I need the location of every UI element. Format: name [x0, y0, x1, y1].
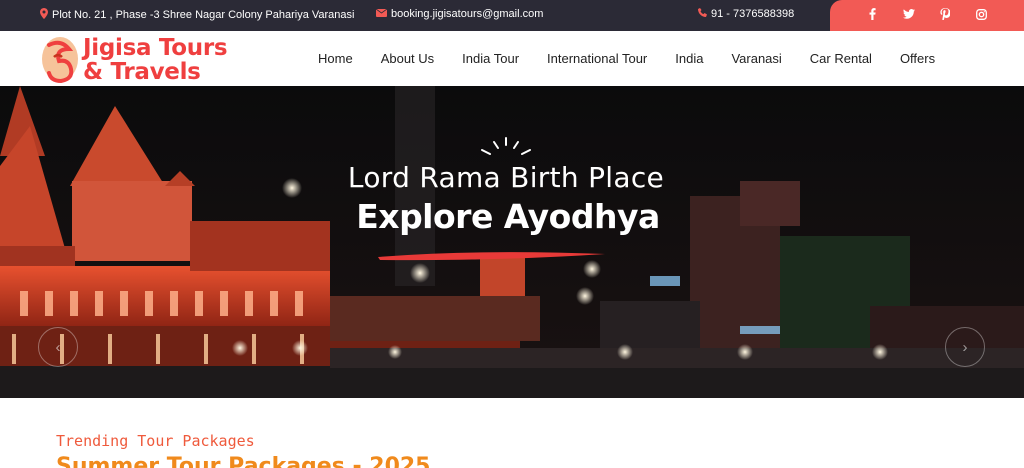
nav-item-international-tour[interactable]: International Tour	[547, 51, 647, 66]
chevron-left-icon: ‹	[55, 338, 61, 356]
phone-info[interactable]: 91 - 7376588398	[698, 8, 794, 20]
logo-line-1: Jigisa Tours	[83, 35, 228, 61]
nav-item-india[interactable]: India	[675, 51, 703, 66]
hero-subtitle: Lord Rama Birth Place	[347, 161, 665, 194]
facebook-icon[interactable]	[864, 8, 880, 23]
section-subtitle: Trending Tour Packages	[56, 432, 255, 450]
nav-item-about-us[interactable]: About Us	[381, 51, 434, 66]
address-text: Plot No. 21 , Phase -3 Shree Nagar Colon…	[52, 9, 355, 21]
phone-text[interactable]: 91 - 7376588398	[711, 8, 794, 20]
twitter-icon[interactable]	[901, 9, 917, 22]
logo-emblem-icon	[42, 37, 78, 83]
phone-icon	[698, 8, 707, 20]
instagram-icon[interactable]	[974, 8, 990, 23]
slider-prev-button[interactable]: ‹	[38, 327, 78, 367]
social-links	[830, 0, 1024, 31]
nav-item-offers[interactable]: Offers	[900, 51, 935, 66]
email-text[interactable]: booking.jigisatours@gmail.com	[391, 8, 543, 20]
hero-background-image	[0, 86, 1024, 398]
nav-item-india-tour[interactable]: India Tour	[462, 51, 519, 66]
hero-title: Explore Ayodhya	[356, 197, 660, 236]
nav-item-varanasi[interactable]: Varanasi	[731, 51, 781, 66]
email-info[interactable]: booking.jigisatours@gmail.com	[375, 8, 543, 20]
logo-text: Jigisa Tours & Travels	[83, 35, 228, 85]
main-navigation: Home About Us India Tour International T…	[300, 31, 949, 86]
logo-line-2: & Travels	[83, 59, 201, 85]
section-title: Summer Tour Packages - 2025	[56, 454, 431, 468]
chevron-right-icon: ›	[962, 338, 968, 356]
site-header: Jigisa Tours & Travels Home About Us Ind…	[0, 31, 1024, 86]
hero-slider: Lord Rama Birth Place Explore Ayodhya ‹ …	[0, 86, 1024, 398]
envelope-icon	[375, 8, 388, 20]
slider-next-button[interactable]: ›	[945, 327, 985, 367]
pinterest-icon[interactable]	[937, 8, 953, 23]
top-info-bar: Plot No. 21 , Phase -3 Shree Nagar Colon…	[0, 0, 1024, 31]
nav-item-home[interactable]: Home	[318, 51, 353, 66]
address-info: Plot No. 21 , Phase -3 Shree Nagar Colon…	[40, 8, 354, 22]
site-logo[interactable]: Jigisa Tours & Travels	[40, 33, 250, 85]
location-pin-icon	[40, 8, 48, 22]
nav-item-car-rental[interactable]: Car Rental	[810, 51, 872, 66]
